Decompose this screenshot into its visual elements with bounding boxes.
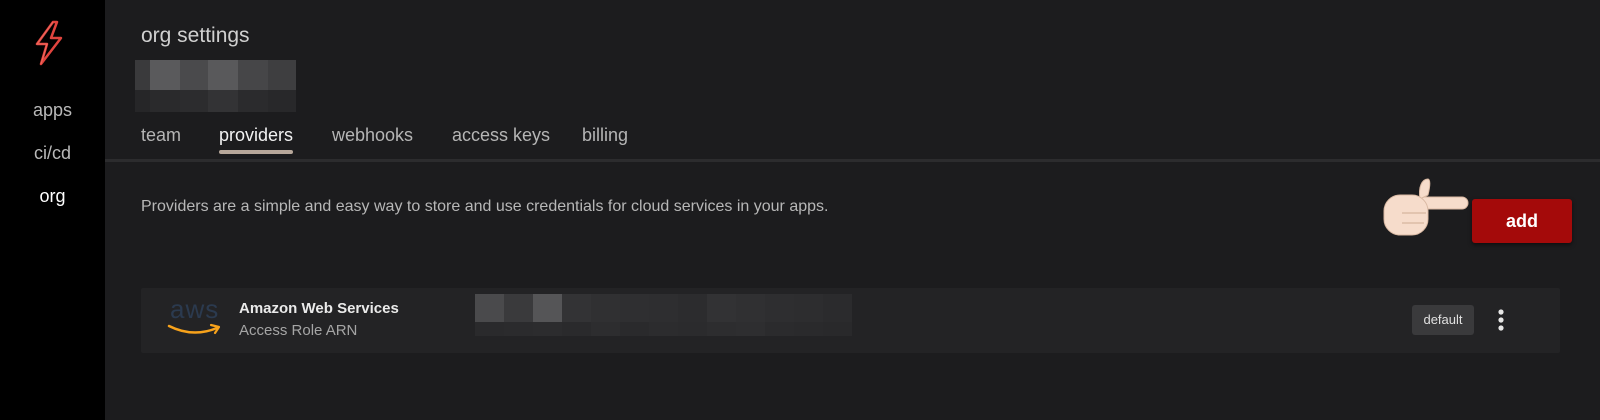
redacted-credential-value [475, 294, 852, 336]
redacted-org-name [135, 60, 296, 112]
provider-row[interactable]: aws Amazon Web Services Access Role ARN … [141, 288, 1560, 353]
sidebar: apps ci/cd org [0, 0, 105, 420]
sidebar-item-cicd[interactable]: ci/cd [0, 143, 105, 164]
aws-logo-text: aws [170, 294, 220, 324]
sidebar-item-apps[interactable]: apps [0, 100, 105, 121]
tab-providers[interactable]: providers [219, 125, 294, 154]
lightning-logo-icon[interactable] [31, 20, 67, 66]
provider-type: Access Role ARN [239, 322, 358, 339]
tab-webhooks[interactable]: webhooks [332, 125, 413, 154]
add-provider-button[interactable]: add [1472, 199, 1572, 243]
provider-name: Amazon Web Services [239, 300, 399, 317]
hand-pointing-right-icon [1383, 178, 1469, 236]
providers-description: Providers are a simple and easy way to s… [141, 198, 829, 215]
kebab-menu-icon[interactable] [1489, 305, 1513, 335]
main-content: org settings team providers webhooks acc… [105, 0, 1600, 420]
default-badge: default [1412, 305, 1474, 335]
page-title: org settings [141, 24, 250, 47]
tab-access-keys[interactable]: access keys [452, 125, 550, 154]
tabs-divider [105, 159, 1600, 162]
aws-logo: aws [167, 294, 223, 338]
tab-team[interactable]: team [141, 125, 181, 154]
aws-smile-icon [167, 323, 221, 335]
sidebar-item-org[interactable]: org [0, 186, 105, 207]
tab-billing[interactable]: billing [582, 125, 628, 154]
